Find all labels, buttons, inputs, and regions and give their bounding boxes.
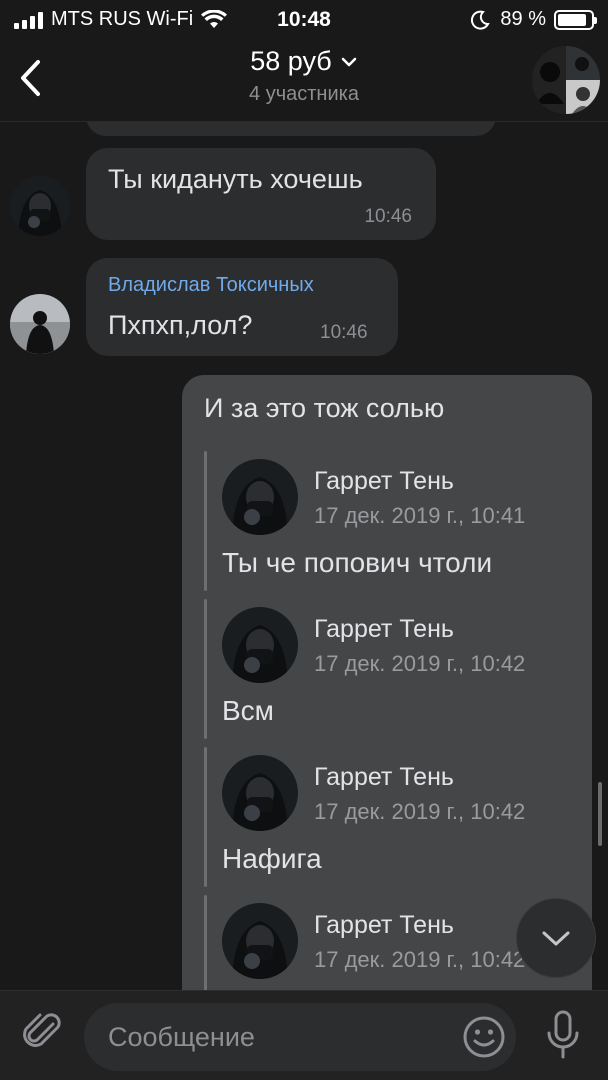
forward-bar [204,895,207,990]
back-button[interactable] [10,50,50,106]
message-time: 10:46 [320,322,368,343]
chat-subtitle: 4 участника [249,83,359,105]
forwarded-message[interactable]: Гаррет Тень 17 дек. 2019 г., 10:42 Всм [204,599,584,739]
battery-icon [554,9,597,30]
smiley-icon[interactable] [462,1015,506,1059]
message-bubble[interactable]: Владислав Токсичных Пхпхп,лол? 10:46 [86,258,398,356]
forward-date: 17 дек. 2019 г., 10:42 [314,799,526,824]
message-text: Пхпхп,лол? [108,310,253,340]
chevron-left-icon [21,60,40,96]
forward-date: 17 дек. 2019 г., 10:42 [314,947,526,972]
forward-author[interactable]: Гаррет Тень [314,911,454,940]
avatar[interactable] [10,294,70,354]
sender-name[interactable]: Владислав Токсичных [108,274,314,297]
forward-bar [204,747,207,887]
forward-date: 17 дек. 2019 г., 10:41 [314,503,526,528]
microphone-icon [547,1010,579,1059]
outgoing-message-bubble[interactable]: И за это тож солью Гаррет Тень 17 дек. 2… [182,375,592,990]
forward-date: 17 дек. 2019 г., 10:42 [314,651,526,676]
chat-title-text: 58 руб [250,46,332,76]
paperclip-icon [23,1013,61,1047]
voice-message-button[interactable] [538,1005,588,1065]
scroll-indicator[interactable] [598,782,602,846]
battery-percent: 89 % [500,8,546,30]
message-text: Ты кидануть хочешь [108,164,363,194]
forwarded-message[interactable]: Гаррет Тень 17 дек. 2019 г., 10:41 Ты че… [204,451,584,591]
forwarded-message[interactable]: Гаррет Тень 17 дек. 2019 г., 10:42 Нафиг… [204,747,584,887]
moon-icon [471,10,491,30]
message-input[interactable] [108,1003,448,1071]
scroll-to-bottom-button[interactable] [516,898,596,978]
forward-author[interactable]: Гаррет Тень [314,467,454,496]
forward-text: Ты че попович чтоли [222,547,493,578]
chat-avatar[interactable] [532,46,600,114]
forward-bar [204,451,207,591]
avatar[interactable] [222,459,298,535]
chat-header: 58 руб 4 участника [0,38,608,122]
avatar[interactable] [10,176,70,236]
battery-fill [558,13,587,26]
status-right: 89 % [470,8,597,31]
attach-button[interactable] [18,1007,68,1057]
avatar[interactable] [222,903,298,979]
forward-author[interactable]: Гаррет Тень [314,763,454,792]
message-composer [0,990,608,1080]
chevron-down-icon [542,931,570,946]
chat-title-block[interactable]: 58 руб 4 участника [150,46,458,106]
chevron-down-icon [341,57,356,66]
message-bubble[interactable]: Ты кидануть хочешь 10:46 [86,148,436,240]
forward-text: Всм [222,695,274,726]
message-text: И за это тож солью [204,393,445,423]
forward-author[interactable]: Гаррет Тень [314,615,454,644]
chat-title[interactable]: 58 руб [250,46,358,77]
status-bar: MTS RUS Wi-Fi 10:48 89 % [0,0,608,38]
message-input-box[interactable] [84,1003,516,1071]
group-avatar-image [532,46,600,114]
forward-bar [204,599,207,739]
message-list[interactable]: Ты кидануть хочешь 10:46 Владислав Токси… [0,122,608,990]
message-time: 10:46 [364,206,412,227]
forward-text: Нафига [222,843,322,874]
avatar[interactable] [222,607,298,683]
previous-message-bubble [86,122,496,136]
avatar[interactable] [222,755,298,831]
